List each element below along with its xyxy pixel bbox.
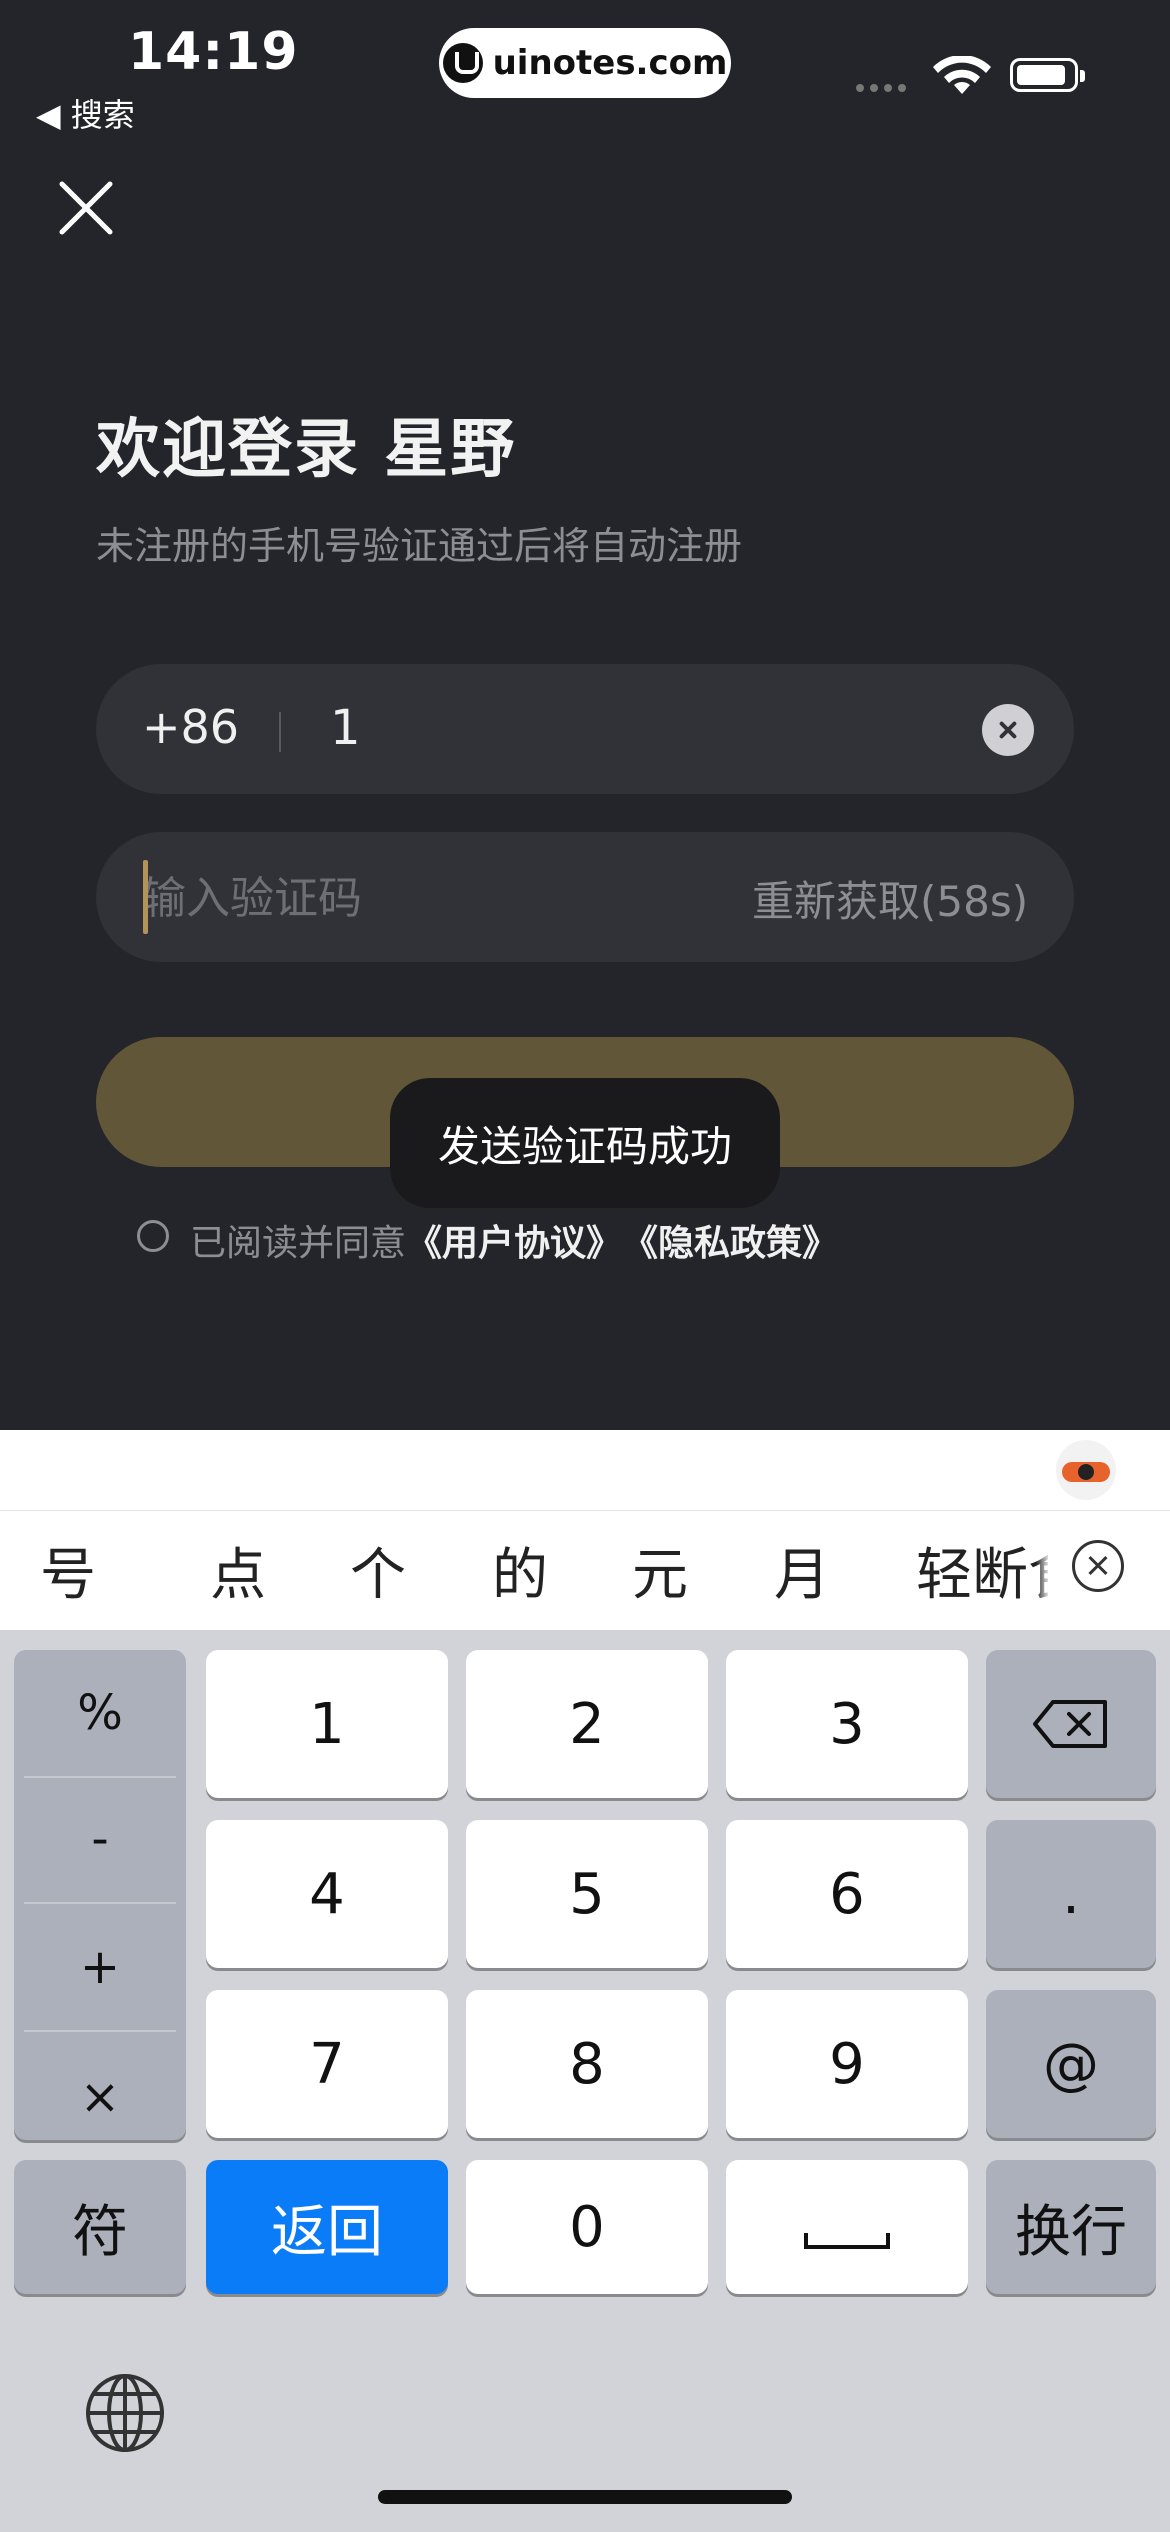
globe-icon[interactable]: [84, 2372, 166, 2454]
wifi-icon: [933, 56, 991, 94]
key-3[interactable]: 3: [726, 1650, 968, 1798]
resend-code-button[interactable]: 重新获取(58s): [752, 868, 1028, 929]
page-title: 欢迎登录 星野: [96, 413, 517, 487]
key-0[interactable]: 0: [466, 2160, 708, 2294]
page-subtitle: 未注册的手机号验证通过后将自动注册: [96, 524, 743, 568]
key-4[interactable]: 4: [206, 1820, 448, 1968]
candidate-fade: [1036, 1512, 1050, 1628]
newline-key[interactable]: 换行: [986, 2160, 1156, 2294]
return-key[interactable]: 返回: [206, 2160, 448, 2294]
symbol-key[interactable]: %: [14, 1652, 186, 1774]
candidate-word[interactable]: 个: [350, 1530, 406, 1611]
candidate-word[interactable]: 号: [40, 1530, 96, 1611]
field-divider: [279, 712, 281, 752]
candidate-word[interactable]: 月: [774, 1530, 830, 1611]
url-text: uinotes.com: [492, 43, 728, 83]
agreement-prefix: 已阅读并同意: [190, 1223, 407, 1264]
backspace-icon: [1033, 1700, 1107, 1748]
key-9[interactable]: 9: [726, 1990, 968, 2138]
battery-icon: [1010, 58, 1085, 92]
symbol-divider: [24, 1902, 176, 1904]
candidate-word[interactable]: 轻断食: [916, 1530, 1048, 1611]
symbols-key[interactable]: 符: [14, 2160, 186, 2294]
dot-key[interactable]: .: [986, 1820, 1156, 1968]
symbol-key[interactable]: ×: [14, 2036, 186, 2158]
space-icon: [804, 2233, 890, 2249]
close-icon[interactable]: [56, 178, 116, 238]
agreement-text: 已阅读并同意 《用户协议》 《隐私政策》: [190, 1214, 838, 1266]
space-key[interactable]: [726, 2160, 968, 2294]
at-key[interactable]: @: [986, 1990, 1156, 2138]
status-time: 14:19: [128, 22, 299, 82]
key-7[interactable]: 7: [206, 1990, 448, 2138]
backspace-key[interactable]: [986, 1650, 1156, 1798]
url-pill[interactable]: uinotes.com: [439, 28, 731, 98]
toast-message: 发送验证码成功: [390, 1078, 780, 1208]
close-candidates-icon[interactable]: [1072, 1540, 1124, 1592]
key-1[interactable]: 1: [206, 1650, 448, 1798]
keyboard-mascot-icon[interactable]: [1056, 1440, 1116, 1500]
key-2[interactable]: 2: [466, 1650, 708, 1798]
verification-code-input[interactable]: [142, 865, 642, 931]
key-6[interactable]: 6: [726, 1820, 968, 1968]
key-8[interactable]: 8: [466, 1990, 708, 2138]
clear-input-icon[interactable]: [982, 704, 1034, 756]
candidate-word[interactable]: 元: [632, 1530, 688, 1611]
keyboard-toolbar: [0, 1430, 1170, 1510]
site-logo-icon: [442, 43, 483, 83]
agreement-checkbox[interactable]: [137, 1220, 169, 1252]
user-agreement-link[interactable]: 《用户协议》: [406, 1214, 622, 1266]
key-5[interactable]: 5: [466, 1820, 708, 1968]
back-to-search-link[interactable]: ◀ 搜索: [36, 90, 135, 136]
privacy-policy-link[interactable]: 《隐私政策》: [622, 1214, 838, 1266]
symbol-key[interactable]: +: [14, 1906, 186, 2028]
country-code-selector[interactable]: +86: [142, 700, 239, 754]
symbol-divider: [24, 2030, 176, 2032]
candidate-word[interactable]: 点: [210, 1530, 266, 1611]
symbol-key[interactable]: -: [14, 1778, 186, 1900]
candidate-word[interactable]: 的: [492, 1530, 548, 1611]
home-indicator[interactable]: [378, 2490, 792, 2504]
cellular-signal-icon: [856, 84, 906, 92]
phone-field[interactable]: [96, 664, 1074, 794]
text-caret: [143, 860, 148, 934]
phone-input[interactable]: 1: [330, 700, 361, 756]
